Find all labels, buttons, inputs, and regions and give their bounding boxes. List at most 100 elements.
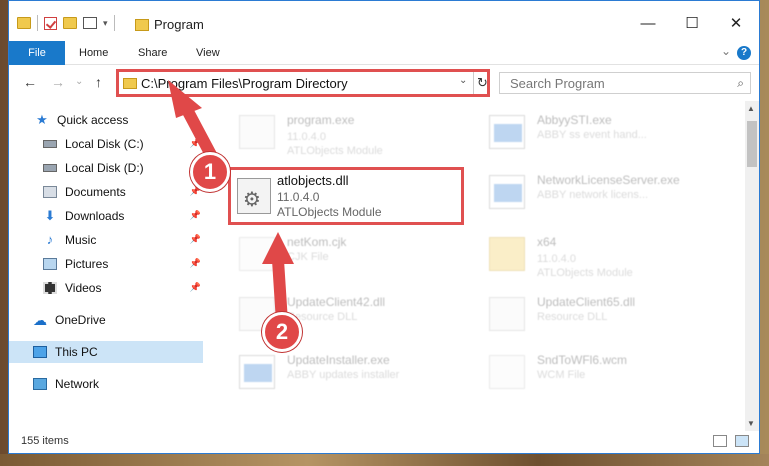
list-item[interactable]: AbbyySTI.exe ABBY ss event hand... [487,107,727,163]
help-icon[interactable]: ? [737,46,751,60]
new-folder-icon[interactable] [63,17,77,29]
disk-icon [43,140,57,148]
list-item[interactable]: UpdateClient65.dll Resource DLL [487,289,727,345]
sidebar-item-quick-access[interactable]: ★ Quick access [9,109,203,131]
explorer-window: ▾ Program — ☐ ✕ File Home Share View ⌄ ?… [8,0,760,454]
file-description: ATLObjects Module [277,205,382,219]
item-count: 155 items [21,435,69,447]
window-title: Program [154,17,204,32]
minimize-button[interactable]: — [633,11,663,35]
sidebar-item-label: Videos [65,281,102,295]
divider [113,15,115,31]
sidebar-item-documents[interactable]: Documents 📌 [9,181,203,203]
desktop-background [0,454,769,466]
recent-locations-button[interactable]: ⌄ [75,76,83,87]
tab-file[interactable]: File [9,41,65,65]
file-name: atlobjects.dll [277,173,349,188]
sidebar-item-label: Local Disk (D:) [65,161,144,175]
large-icons-view-icon[interactable] [735,435,749,447]
up-button[interactable]: ↑ [95,74,102,90]
file-description: WCM File [537,369,586,381]
customize-icon[interactable] [83,17,97,29]
file-description: Resource DLL [537,311,608,323]
scroll-down-icon[interactable]: ▼ [747,419,755,428]
file-name: program.exe [287,113,355,127]
search-input[interactable]: Search Program ⌕ [499,72,751,94]
file-name: SndToWFl6.wcm [537,353,628,367]
tab-view[interactable]: View [196,41,220,65]
chevron-down-icon[interactable]: ▾ [103,18,108,29]
sidebar-item-pictures[interactable]: Pictures 📌 [9,253,203,275]
maximize-button[interactable]: ☐ [677,11,707,35]
chevron-down-icon[interactable]: ⌄ [459,75,467,86]
sidebar-item-network[interactable]: Network [9,373,203,395]
navigation-bar: ← → ⌄ ↑ C:\Program Files\Program Directo… [9,65,759,101]
search-icon[interactable]: ⌕ [737,76,744,91]
exe-icon [489,115,525,149]
list-item[interactable]: program.exe 11.0.4.0 ATLObjects Module [237,107,477,163]
back-button[interactable]: ← [23,74,37,90]
scroll-up-icon[interactable]: ▲ [747,104,755,113]
exe-icon [489,175,525,209]
highlighted-file-atlobjects[interactable]: ⚙ atlobjects.dll 11.0.4.0 ATLObjects Mod… [228,167,464,225]
download-icon: ⬇ [44,208,56,223]
page-icon [239,237,275,271]
pictures-icon [43,258,57,270]
sidebar-item-label: Local Disk (C:) [65,137,144,151]
documents-icon [43,186,57,198]
details-view-icon[interactable] [713,435,727,447]
sidebar-item-music[interactable]: ♪ Music 📌 [9,229,203,251]
search-placeholder: Search Program [510,76,605,91]
folder-icon[interactable] [17,17,31,29]
expand-ribbon-icon[interactable]: ⌄ [721,44,731,58]
folder-icon [135,19,149,31]
sidebar-item-label: Network [55,377,100,391]
sidebar-item-videos[interactable]: Videos 📌 [9,277,203,299]
sidebar-item-this-pc[interactable]: This PC [9,341,203,363]
list-item[interactable]: x64 11.0.4.0 ATLObjects Module [487,229,727,285]
address-bar[interactable]: C:\Program Files\Program Directory ⌄ ↻ [116,69,490,97]
status-bar: 155 items [9,431,759,453]
file-version: 11.0.4.0 [537,253,576,265]
file-name: NetworkLicenseServer.exe [537,173,680,187]
pin-icon: 📌 [189,138,201,148]
list-item[interactable]: NetworkLicenseServer.exe ABBY network li… [487,167,727,223]
sidebar-item-downloads[interactable]: ⬇ Downloads 📌 [9,205,203,227]
scroll-thumb[interactable] [747,121,757,167]
pc-icon [33,346,47,358]
file-version: 11.0.4.0 [287,131,326,143]
pin-icon: 📌 [189,258,201,268]
music-icon: ♪ [46,232,54,247]
tab-home[interactable]: Home [79,41,108,65]
close-button[interactable]: ✕ [721,11,751,35]
cloud-icon: ☁ [33,312,47,328]
star-icon: ★ [36,112,48,127]
file-name: UpdateClient42.dll [287,295,386,309]
title-bar: ▾ Program — ☐ ✕ [9,1,759,41]
list-item[interactable]: UpdateInstaller.exe ABBY updates install… [237,347,477,403]
list-item[interactable]: SndToWFl6.wcm WCM File [487,347,727,403]
sidebar-item-local-disk-d[interactable]: Local Disk (D:) 📌 [9,157,203,179]
navigation-pane: ★ Quick access Local Disk (C:) 📌 Local D… [9,101,209,431]
properties-check-icon[interactable] [44,16,57,30]
sidebar-item-label: OneDrive [55,313,106,327]
address-path[interactable]: C:\Program Files\Program Directory [141,76,348,91]
sidebar-item-label: Documents [65,185,126,199]
sidebar-item-onedrive[interactable]: ☁ OneDrive [9,309,203,331]
pin-icon: 📌 [189,210,201,220]
file-name: UpdateInstaller.exe [287,353,390,367]
vertical-scrollbar[interactable]: ▲ ▼ [745,101,759,431]
tab-share[interactable]: Share [138,41,167,65]
quick-access-toolbar: ▾ [17,15,115,31]
sidebar-item-local-disk-c[interactable]: Local Disk (C:) 📌 [9,133,203,155]
file-name: AbbyySTI.exe [537,113,612,127]
file-name: netKom.cjk [287,235,347,249]
sidebar-item-label: Music [65,233,97,247]
list-item[interactable]: netKom.cjk CJK File [237,229,477,285]
refresh-button[interactable]: ↻ [473,72,491,94]
disk-icon [43,164,57,172]
forward-button[interactable]: → [51,74,65,90]
gear-file-icon [489,297,525,331]
sidebar-item-label: Downloads [65,209,125,223]
pin-icon: 📌 [189,282,201,292]
